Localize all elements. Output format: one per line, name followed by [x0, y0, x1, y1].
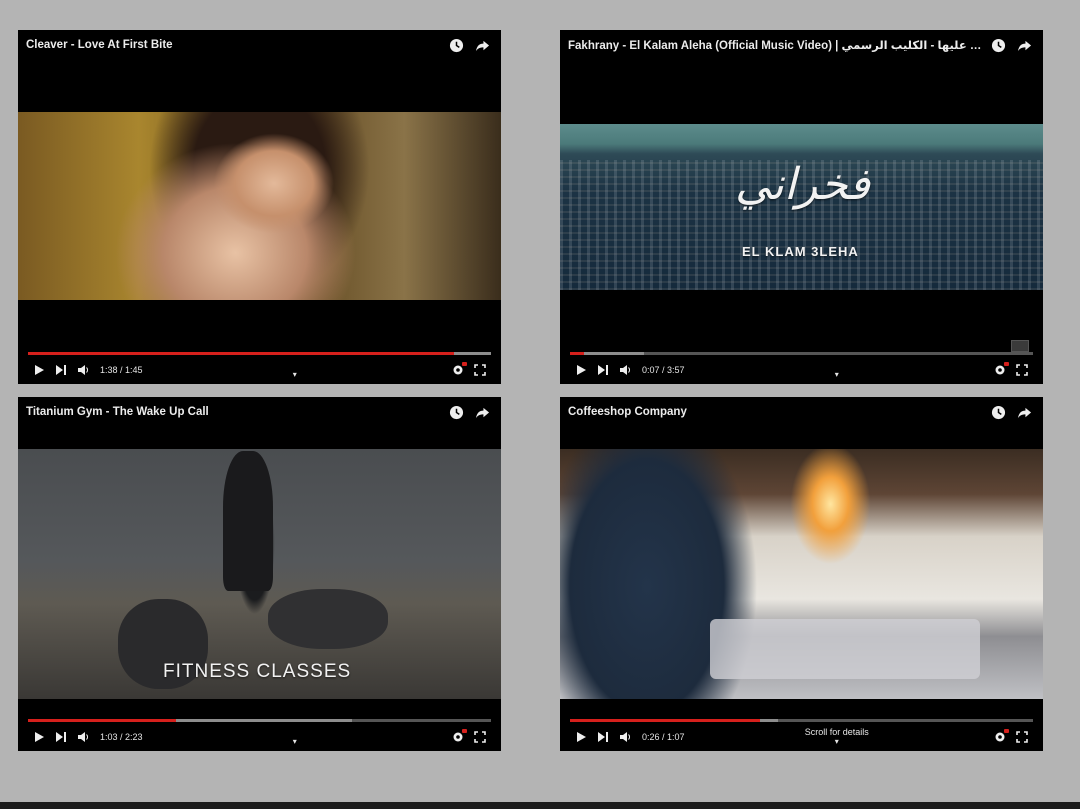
- arabic-logo: فخراني: [735, 159, 870, 210]
- player-topbar: Fakhrany - El Kalam Aleha (Official Musi…: [560, 30, 1043, 60]
- time-display: 1:03 / 2:23: [100, 732, 143, 742]
- more-chevron[interactable]: Scroll for details ▾: [685, 727, 989, 747]
- next-icon[interactable]: [592, 728, 614, 746]
- clock-icon[interactable]: [445, 402, 467, 422]
- volume-icon[interactable]: [614, 728, 636, 746]
- hd-badge: [1004, 729, 1009, 733]
- fitness-classes-text: FITNESS CLASSES: [163, 661, 352, 682]
- hd-badge: [1004, 362, 1009, 366]
- video-title[interactable]: Titanium Gym - The Wake Up Call: [26, 406, 441, 418]
- volume-icon[interactable]: [72, 361, 94, 379]
- time-display: 0:07 / 3:57: [642, 365, 685, 375]
- logo-subtitle: EL KLAM 3LEHA: [742, 244, 859, 259]
- control-bar: 1:38 / 1:45 ▾: [18, 350, 501, 384]
- settings-icon[interactable]: [447, 728, 469, 746]
- video-title[interactable]: Cleaver - Love At First Bite: [26, 39, 441, 51]
- video-player-fakhrany[interactable]: Fakhrany - El Kalam Aleha (Official Musi…: [560, 30, 1043, 384]
- clock-icon[interactable]: [987, 35, 1009, 55]
- player-topbar: Titanium Gym - The Wake Up Call: [18, 397, 501, 427]
- time-display: 1:38 / 1:45: [100, 365, 143, 375]
- video-frame[interactable]: فخراني EL KLAM 3LEHA: [560, 124, 1043, 290]
- chevron-down-icon: ▾: [292, 737, 297, 746]
- progress-bar[interactable]: [28, 719, 491, 722]
- progress-bar[interactable]: [570, 719, 1033, 722]
- scroll-hint: Scroll for details: [804, 727, 869, 737]
- hd-badge: [462, 362, 467, 366]
- played-bar: [28, 719, 177, 722]
- video-frame[interactable]: [560, 449, 1043, 699]
- more-chevron[interactable]: ▾: [685, 361, 989, 379]
- hd-badge: [462, 729, 467, 733]
- clock-icon[interactable]: [987, 402, 1009, 422]
- bottom-strip: [0, 802, 1080, 809]
- share-icon[interactable]: [471, 402, 493, 422]
- volume-icon[interactable]: [614, 361, 636, 379]
- next-icon[interactable]: [592, 361, 614, 379]
- played-bar: [28, 352, 454, 355]
- video-frame[interactable]: FITNESS CLASSES: [18, 449, 501, 699]
- play-icon[interactable]: [570, 728, 592, 746]
- progress-bar[interactable]: [28, 352, 491, 355]
- video-player-cleaver[interactable]: Cleaver - Love At First Bite 1:38 / 1:45…: [18, 30, 501, 384]
- video-player-titanium-gym[interactable]: Titanium Gym - The Wake Up Call FITNESS …: [18, 397, 501, 751]
- control-bar: 0:07 / 3:57 ▾: [560, 350, 1043, 384]
- person-figure: [268, 589, 388, 649]
- time-display: 0:26 / 1:07: [642, 732, 685, 742]
- share-icon[interactable]: [1013, 402, 1035, 422]
- settings-icon[interactable]: [447, 361, 469, 379]
- share-icon[interactable]: [471, 35, 493, 55]
- played-bar: [570, 719, 760, 722]
- trainer-figure: [223, 451, 273, 591]
- control-bar: 1:03 / 2:23 ▾: [18, 717, 501, 751]
- fullscreen-icon[interactable]: [1011, 361, 1033, 379]
- chevron-down-icon: ▾: [292, 370, 297, 379]
- settings-icon[interactable]: [989, 361, 1011, 379]
- play-icon[interactable]: [570, 361, 592, 379]
- next-icon[interactable]: [50, 361, 72, 379]
- played-bar: [570, 352, 584, 355]
- fullscreen-icon[interactable]: [1011, 728, 1033, 746]
- share-icon[interactable]: [1013, 35, 1035, 55]
- control-bar: 0:26 / 1:07 Scroll for details ▾: [560, 717, 1043, 751]
- more-chevron[interactable]: ▾: [143, 728, 447, 746]
- player-topbar: Coffeeshop Company: [560, 397, 1043, 427]
- stove-figure: [710, 619, 980, 679]
- play-icon[interactable]: [28, 361, 50, 379]
- video-player-coffeeshop[interactable]: Coffeeshop Company 0:26 / 1:07 Scroll fo…: [560, 397, 1043, 751]
- player-topbar: Cleaver - Love At First Bite: [18, 30, 501, 60]
- play-icon[interactable]: [28, 728, 50, 746]
- chevron-down-icon: ▾: [834, 370, 839, 379]
- fullscreen-icon[interactable]: [469, 361, 491, 379]
- fullscreen-icon[interactable]: [469, 728, 491, 746]
- settings-icon[interactable]: [989, 728, 1011, 746]
- clock-icon[interactable]: [445, 35, 467, 55]
- volume-icon[interactable]: [72, 728, 94, 746]
- video-frame[interactable]: [18, 112, 501, 300]
- progress-bar[interactable]: [570, 352, 1033, 355]
- chevron-down-icon: ▾: [834, 737, 839, 746]
- next-icon[interactable]: [50, 728, 72, 746]
- video-title[interactable]: Fakhrany - El Kalam Aleha (Official Musi…: [568, 38, 983, 52]
- video-title[interactable]: Coffeeshop Company: [568, 406, 983, 418]
- more-chevron[interactable]: ▾: [143, 361, 447, 379]
